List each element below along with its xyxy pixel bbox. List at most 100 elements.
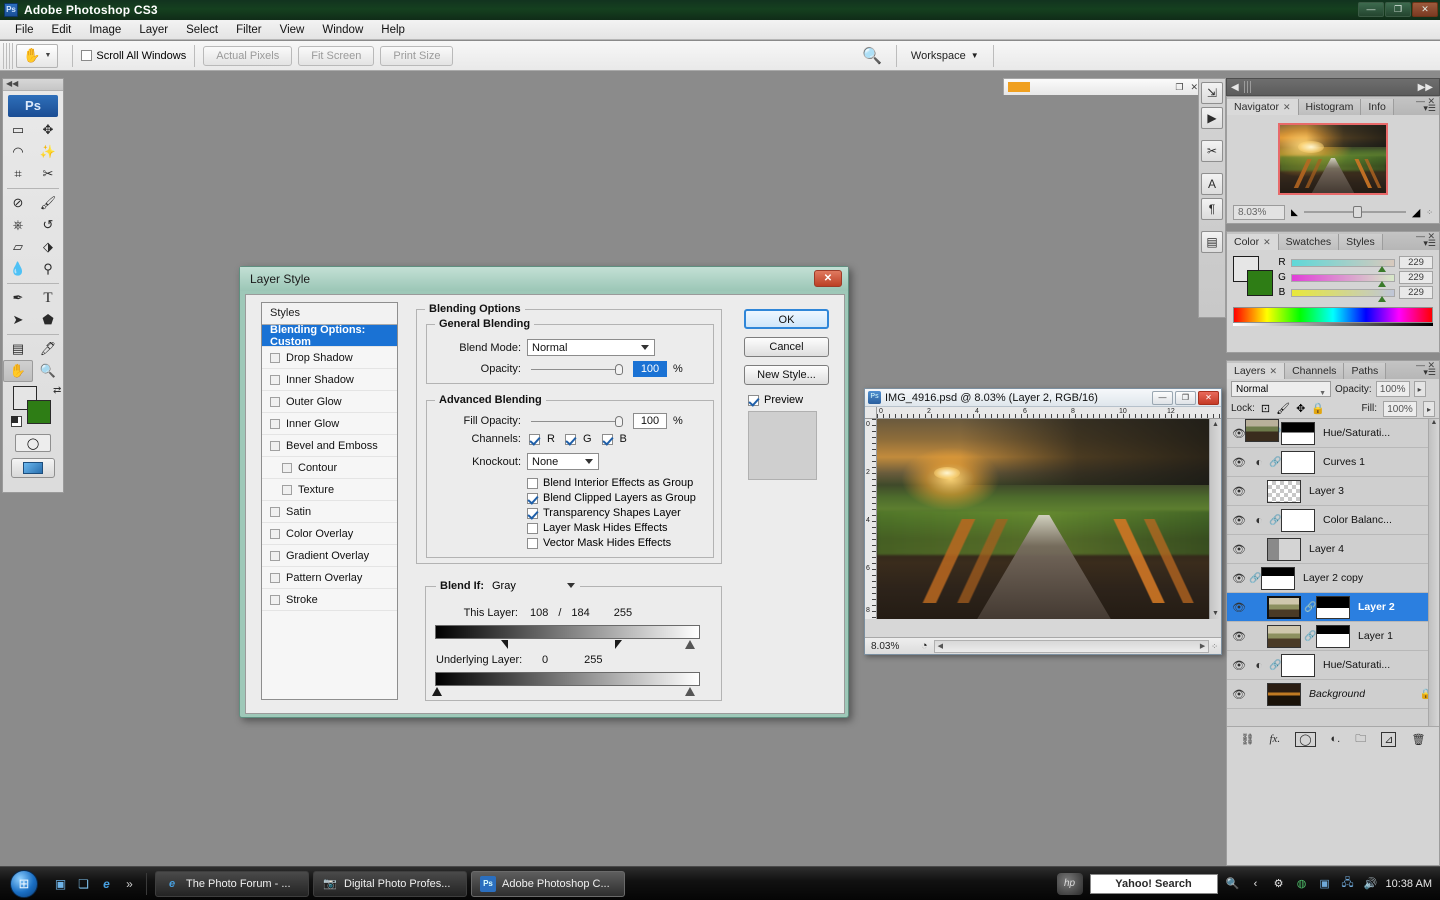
- zoom-in-icon[interactable]: ◢: [1412, 206, 1420, 219]
- table-row[interactable]: 👁 🔗 Layer 2 copy: [1227, 419, 1439, 593]
- layer-visibility-icon[interactable]: 👁: [1229, 543, 1249, 556]
- delete-layer-icon[interactable]: 🗑: [1412, 733, 1426, 746]
- restore-button[interactable]: ❐: [1385, 2, 1411, 17]
- layer-mask-thumbnail[interactable]: [1281, 653, 1315, 677]
- layers-blend-mode-select[interactable]: Normal ▼: [1231, 381, 1331, 397]
- dialog-close-button[interactable]: ✕: [814, 270, 842, 287]
- this-layer-right-slider-icon[interactable]: [615, 640, 622, 649]
- table-row[interactable]: 👁 Layer 4: [1227, 535, 1439, 564]
- knockout-select[interactable]: None: [527, 453, 599, 470]
- slider-knob[interactable]: [615, 415, 623, 427]
- tab-info[interactable]: Info: [1361, 99, 1394, 115]
- navigator-thumbnail[interactable]: [1278, 123, 1388, 195]
- scroll-right-icon[interactable]: ▶: [1200, 642, 1205, 650]
- underlying-low-value[interactable]: 0: [542, 654, 548, 666]
- menu-file[interactable]: File: [6, 22, 43, 38]
- layer-mask-thumbnail[interactable]: [1281, 450, 1315, 474]
- tab-paths[interactable]: Paths: [1344, 363, 1387, 379]
- scroll-up-icon[interactable]: ▲: [1429, 419, 1439, 426]
- blend-clipped-layers-checkbox[interactable]: Blend Clipped Layers as Group: [527, 492, 696, 504]
- eyedropper-tool-icon[interactable]: 🖊: [33, 338, 63, 360]
- document-close-button[interactable]: ✕: [1198, 390, 1219, 405]
- lasso-tool-icon[interactable]: ◠: [3, 141, 33, 163]
- new-group-icon[interactable]: 🗀: [1355, 730, 1366, 749]
- table-row[interactable]: 👁 ◐ 🔗 Hue/Saturati...: [1227, 651, 1439, 680]
- layer-visibility-icon[interactable]: 👁: [1229, 456, 1249, 469]
- style-checkbox[interactable]: [270, 418, 280, 429]
- switch-windows-icon[interactable]: ❏: [75, 875, 92, 892]
- style-checkbox[interactable]: [270, 528, 280, 539]
- layer-mask-hides-effects-checkbox[interactable]: Layer Mask Hides Effects: [527, 522, 696, 534]
- hand-tool-icon[interactable]: ✋: [3, 360, 33, 382]
- style-checkbox[interactable]: [270, 572, 280, 583]
- tool-presets-icon[interactable]: ✂: [1201, 140, 1223, 162]
- layer-thumbnail[interactable]: [1267, 595, 1301, 619]
- style-item-gradient-overlay[interactable]: Gradient Overlay: [262, 545, 397, 567]
- layer-visibility-icon[interactable]: 👁: [1229, 601, 1249, 614]
- lock-all-icon[interactable]: 🔒: [1311, 402, 1325, 415]
- add-layer-style-icon[interactable]: fx.: [1269, 733, 1280, 745]
- navigator-zoom-slider[interactable]: [1303, 206, 1406, 218]
- layer-link-icon[interactable]: 🔗: [1269, 660, 1281, 671]
- style-item-bevel-and-emboss[interactable]: Bevel and Emboss: [262, 435, 397, 457]
- mini-close-button[interactable]: ✕: [1190, 82, 1198, 93]
- layer-visibility-icon[interactable]: 👁: [1229, 572, 1249, 585]
- close-icon[interactable]: ✕: [1263, 237, 1271, 247]
- document-info-icon[interactable]: ◔: [921, 640, 928, 652]
- dialog-title-bar[interactable]: Layer Style ✕: [240, 267, 848, 291]
- start-button[interactable]: ⊞: [2, 869, 46, 899]
- animation-icon[interactable]: ▶: [1201, 107, 1223, 129]
- channel-slider-g[interactable]: [1291, 273, 1395, 287]
- style-checkbox[interactable]: [270, 440, 280, 451]
- tab-styles[interactable]: Styles: [1339, 234, 1383, 250]
- channel-value-g[interactable]: 229: [1399, 271, 1433, 284]
- taskbar-item-digital-photo-pro[interactable]: 📷 Digital Photo Profes...: [313, 870, 467, 897]
- default-colors-icon[interactable]: [11, 416, 22, 427]
- add-layer-mask-icon[interactable]: ◯: [1295, 731, 1316, 747]
- tool-preset-picker[interactable]: ✋ ▼: [16, 43, 59, 68]
- healing-brush-tool-icon[interactable]: ⊘: [3, 192, 33, 214]
- network-icon[interactable]: 🖧: [1340, 876, 1356, 892]
- layer-comps-icon[interactable]: ▤: [1201, 231, 1223, 253]
- tab-layers[interactable]: Layers ✕: [1227, 363, 1286, 379]
- this-layer-low-value[interactable]: 108: [530, 607, 548, 619]
- this-layer-left-slider-icon[interactable]: [501, 640, 508, 649]
- panel-menu-icon[interactable]: ▾☰: [1423, 238, 1436, 249]
- taskbar-item-photoshop[interactable]: Ps Adobe Photoshop C...: [471, 870, 625, 897]
- paragraph-icon[interactable]: ¶: [1201, 198, 1223, 220]
- style-checkbox[interactable]: [270, 550, 280, 561]
- layer-thumbnail[interactable]: [1267, 682, 1301, 706]
- table-row[interactable]: 👁 ◐ 🔗 Color Balanc...: [1227, 506, 1439, 535]
- table-row[interactable]: 👁 Background 🔒: [1227, 680, 1439, 709]
- ruler-corner[interactable]: [865, 407, 877, 419]
- search-input[interactable]: Yahoo! Search: [1089, 873, 1218, 894]
- scroll-all-windows-checkbox[interactable]: Scroll All Windows: [81, 50, 186, 62]
- cancel-button[interactable]: Cancel: [744, 337, 829, 357]
- table-row[interactable]: 👁 🔗 Layer 2: [1227, 593, 1439, 622]
- fit-screen-button[interactable]: Fit Screen: [298, 45, 375, 66]
- toolbox-collapse-handle[interactable]: ◀◀: [3, 79, 63, 91]
- layer-link-icon[interactable]: 🔗: [1304, 602, 1316, 613]
- style-checkbox[interactable]: [270, 352, 280, 363]
- document-canvas[interactable]: [877, 419, 1211, 619]
- menu-help[interactable]: Help: [372, 22, 414, 38]
- minimize-button[interactable]: —: [1358, 2, 1384, 17]
- notes-tool-icon[interactable]: ▤: [3, 338, 33, 360]
- pen-tool-icon[interactable]: ✒: [3, 287, 33, 309]
- marquee-tool-icon[interactable]: ▭: [3, 119, 33, 141]
- resize-grip-icon[interactable]: ⁘: [1211, 642, 1218, 651]
- layer-mask-thumbnail[interactable]: [1316, 624, 1350, 648]
- panel-menu-icon[interactable]: ▾☰: [1423, 367, 1436, 378]
- style-item-texture[interactable]: Texture: [262, 479, 397, 501]
- magnifier-icon[interactable]: 🔍: [1225, 876, 1241, 892]
- channel-value-r[interactable]: 229: [1399, 256, 1433, 269]
- document-zoom-value[interactable]: 8.03%: [865, 641, 921, 652]
- actual-pixels-button[interactable]: Actual Pixels: [203, 45, 293, 66]
- layer-link-icon[interactable]: 🔗: [1269, 515, 1281, 526]
- layer-visibility-icon[interactable]: 👁: [1229, 659, 1249, 672]
- background-color-swatch[interactable]: [1247, 270, 1273, 296]
- lock-image-icon[interactable]: 🖌: [1276, 402, 1290, 415]
- styles-list-header[interactable]: Styles: [262, 303, 397, 325]
- blend-if-channel-select[interactable]: Gray: [488, 578, 580, 595]
- styles-list[interactable]: Styles Blending Options: Custom Drop Sha…: [261, 302, 398, 700]
